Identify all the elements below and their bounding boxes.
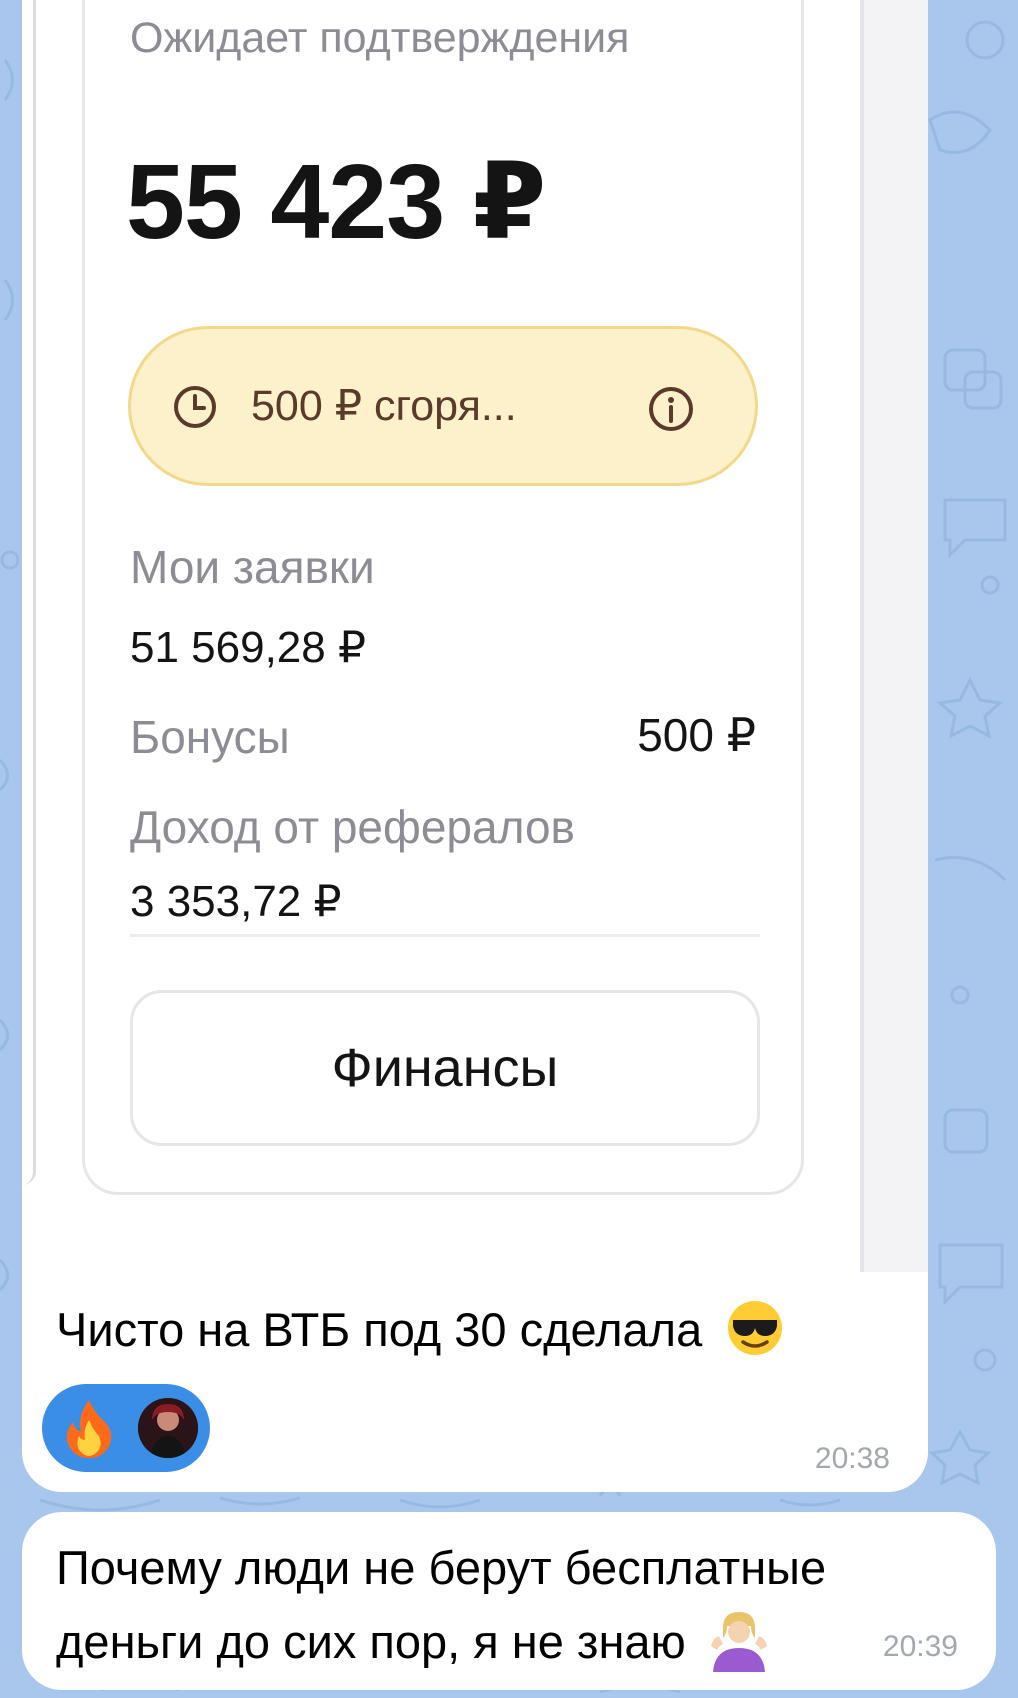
divider bbox=[130, 934, 760, 937]
message-bubble-2[interactable]: Почему люди не берут бесплатные деньги д… bbox=[22, 1512, 996, 1690]
clock-icon bbox=[174, 386, 216, 428]
message-1-text: Чисто на ВТБ под 30 сделала bbox=[56, 1303, 703, 1356]
applications-value: 51 569,28 ₽ bbox=[130, 623, 366, 672]
fire-icon bbox=[66, 1400, 112, 1458]
message-2-time: 20:39 bbox=[882, 1630, 958, 1663]
shrug-emoji-icon bbox=[710, 1612, 767, 1672]
card-right-edge bbox=[860, 0, 928, 1272]
finance-button[interactable]: Финансы bbox=[130, 990, 760, 1146]
reaction-pill[interactable] bbox=[42, 1384, 210, 1472]
message-2-text-line-1: Почему люди не берут бесплатные bbox=[56, 1541, 827, 1594]
message-1-time: 20:38 bbox=[814, 1442, 890, 1475]
bonus-value: 500 ₽ bbox=[637, 709, 756, 761]
sunglasses-emoji-icon bbox=[728, 1301, 783, 1355]
expiring-bonus-banner[interactable]: 500 ₽ сгоря... bbox=[128, 326, 758, 486]
message-2-text-line-2: деньги до сих пор, я не знаю bbox=[56, 1615, 686, 1668]
message-1-text-line: Чисто на ВТБ под 30 сделала bbox=[56, 1298, 785, 1358]
bonus-label: Бонусы bbox=[130, 711, 290, 763]
pending-amount: 55 423 ₽ bbox=[126, 143, 546, 261]
message-bubble-1[interactable]: Ожидает подтверждения 55 423 ₽ 500 ₽ сго… bbox=[22, 0, 928, 1492]
card-left-edge bbox=[22, 0, 36, 1185]
referral-income-value: 3 353,72 ₽ bbox=[130, 877, 342, 926]
referral-income-label: Доход от рефералов bbox=[130, 801, 575, 853]
applications-label: Мои заявки bbox=[130, 541, 375, 593]
attached-screenshot[interactable]: Ожидает подтверждения 55 423 ₽ 500 ₽ сго… bbox=[22, 0, 928, 1272]
expiring-bonus-text: 500 ₽ сгоря... bbox=[251, 382, 517, 430]
avatar bbox=[138, 1398, 198, 1458]
pending-label: Ожидает подтверждения bbox=[130, 14, 630, 62]
message-2-text-line-2-wrap: деньги до сих пор, я не знаю bbox=[56, 1608, 771, 1672]
info-icon[interactable] bbox=[647, 385, 695, 433]
